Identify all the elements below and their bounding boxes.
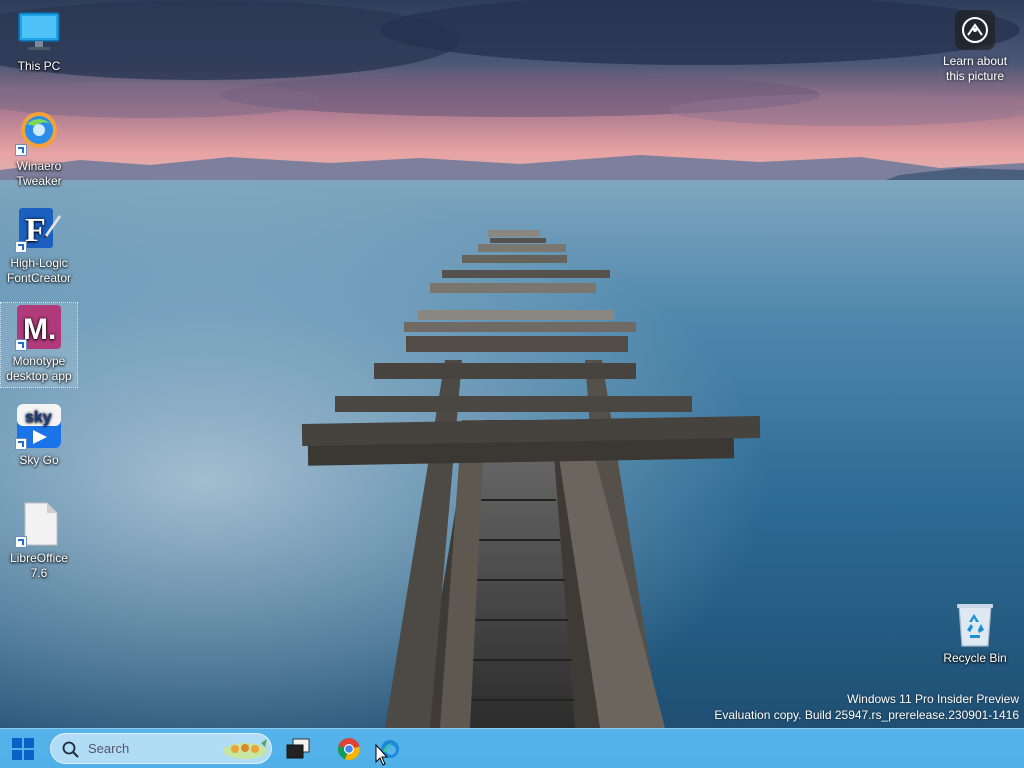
- search-icon: [62, 741, 79, 758]
- desktop-icon-label: High-Logic FontCreator: [6, 256, 72, 285]
- taskbar-search-box[interactable]: Search: [50, 733, 272, 764]
- search-placeholder: Search: [88, 741, 130, 756]
- winaero-tweaker-icon: [15, 108, 63, 156]
- desktop-icon-fontcreator[interactable]: F High-Logic FontCreator: [1, 205, 77, 286]
- desktop-icon-recycle-bin[interactable]: Recycle Bin: [937, 600, 1013, 666]
- desktop-icon-label: This PC: [17, 59, 61, 73]
- desktop-icon-monotype[interactable]: M. Monotype desktop app: [0, 302, 78, 388]
- desktop-icon-this-pc[interactable]: This PC: [1, 8, 77, 74]
- shortcut-arrow-icon: [15, 438, 27, 450]
- desktop-icon-label: LibreOffice 7.6: [10, 551, 68, 580]
- search-highlight-icon: [223, 739, 267, 759]
- shortcut-arrow-icon: [15, 241, 27, 253]
- task-view-icon: [286, 738, 310, 759]
- camera-aperture-icon: [955, 10, 995, 50]
- windows-watermark: Windows 11 Pro Insider Preview Evaluatio…: [714, 691, 1019, 723]
- watermark-line-2: Evaluation copy. Build 25947.rs_prerelea…: [714, 708, 1019, 722]
- desktop-icon-sky-go[interactable]: sky Sky Go: [1, 402, 77, 468]
- svg-text:F: F: [25, 212, 46, 249]
- desktop-icon-winaero-tweaker[interactable]: Winaero Tweaker: [1, 108, 77, 189]
- learn-about-picture[interactable]: Learn about this picture: [936, 10, 1014, 84]
- task-view-button[interactable]: [283, 733, 313, 765]
- chrome-icon: [338, 738, 361, 761]
- desktop-icon-label: Sky Go: [19, 453, 59, 467]
- recycle-bin-icon: [951, 600, 999, 648]
- shortcut-arrow-icon: [15, 339, 27, 351]
- start-button[interactable]: [6, 733, 40, 765]
- taskbar-chrome-button[interactable]: [334, 733, 364, 765]
- mouse-cursor-icon: [375, 744, 389, 766]
- svg-text:M.: M.: [23, 313, 56, 346]
- wallpaper-image: [0, 0, 1024, 728]
- desktop-wallpaper: [0, 0, 1024, 728]
- watermark-line-1: Windows 11 Pro Insider Preview: [847, 692, 1019, 706]
- desktop-icon-libreoffice[interactable]: LibreOffice 7.6: [1, 500, 77, 581]
- shortcut-arrow-icon: [15, 144, 27, 156]
- shortcut-arrow-icon: [15, 536, 27, 548]
- svg-text:sky: sky: [25, 409, 52, 426]
- desktop-icon-label: Recycle Bin: [943, 651, 1007, 665]
- learn-about-label: Learn about this picture: [942, 54, 1008, 83]
- monitor-icon: [15, 8, 63, 56]
- desktop-icon-label: Monotype desktop app: [6, 354, 72, 383]
- windows-logo-icon: [12, 738, 34, 760]
- sky-go-icon: sky: [15, 402, 63, 450]
- monotype-icon: M.: [15, 303, 63, 351]
- libreoffice-icon: [15, 500, 63, 548]
- fontcreator-icon: F: [15, 205, 63, 253]
- taskbar: Search: [0, 728, 1024, 768]
- desktop-icon-label: Winaero Tweaker: [16, 159, 62, 188]
